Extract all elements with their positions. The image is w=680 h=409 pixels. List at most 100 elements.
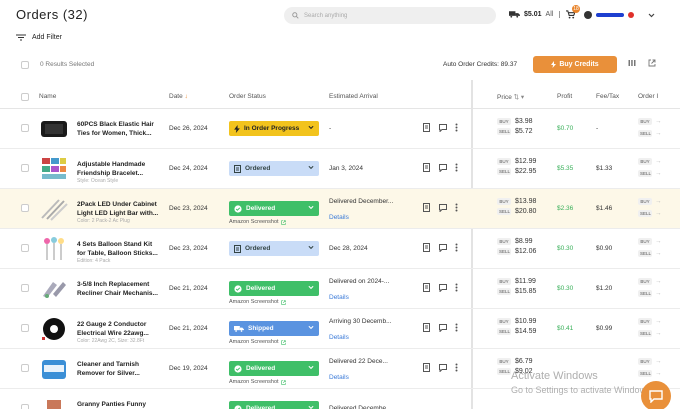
- edit-note-icon[interactable]: [423, 323, 431, 332]
- product-name[interactable]: Cleaner and Tarnish Remover for Silver...: [77, 360, 163, 378]
- table-row[interactable]: 2Pack LED Under Cabinet Light LED Light B…: [0, 189, 680, 229]
- product-name[interactable]: 60PCS Black Elastic Hair Ties for Women, …: [77, 120, 163, 138]
- product-thumbnail[interactable]: [39, 196, 69, 222]
- details-link[interactable]: Details: [329, 214, 349, 221]
- order-status-dropdown[interactable]: Delivered: [229, 361, 319, 376]
- sell-price: SELL $14.59: [497, 328, 536, 335]
- order-status-dropdown[interactable]: In Order Progress: [229, 121, 319, 136]
- product-name[interactable]: Granny Panties Funny: [77, 400, 163, 409]
- product-thumbnail[interactable]: [39, 156, 69, 182]
- col-name[interactable]: Name: [39, 93, 56, 100]
- order-status-dropdown[interactable]: Ordered: [229, 161, 319, 176]
- amazon-screenshot-link[interactable]: Amazon Screenshot: [229, 339, 286, 345]
- col-price[interactable]: Price ⇅ ▾: [497, 93, 524, 101]
- col-order-id[interactable]: Order I: [638, 93, 658, 100]
- edit-note-icon[interactable]: [423, 283, 431, 292]
- table-row[interactable]: 60PCS Black Elastic Hair Ties for Women, …: [0, 109, 680, 149]
- comment-icon[interactable]: [439, 163, 447, 172]
- amazon-screenshot-link[interactable]: Amazon Screenshot: [229, 219, 286, 225]
- edit-note-icon[interactable]: [423, 243, 431, 252]
- order-status-dropdown[interactable]: Delivered: [229, 201, 319, 216]
- table-row[interactable]: 4 Sets Balloon Stand Kit for Table, Ballo…: [0, 229, 680, 269]
- buy-tag: BUY: [497, 118, 511, 125]
- comment-icon[interactable]: [439, 203, 447, 212]
- product-name-line1: 22 Gauge 2 Conductor: [77, 321, 147, 328]
- col-estimated-arrival[interactable]: Estimated Arrival: [329, 93, 378, 100]
- table-row[interactable]: 22 Gauge 2 Conductor Electrical Wire 22aw…: [0, 309, 680, 349]
- more-options-icon[interactable]: [455, 123, 458, 132]
- product-name[interactable]: 4 Sets Balloon Stand Kit for Table, Ballo…: [77, 240, 163, 258]
- details-link[interactable]: Details: [329, 334, 349, 341]
- row-checkbox[interactable]: [21, 124, 29, 132]
- row-checkbox[interactable]: [21, 364, 29, 372]
- product-thumbnail[interactable]: [39, 356, 69, 382]
- buy-credits-button[interactable]: Buy Credits: [533, 56, 617, 73]
- col-order-status[interactable]: Order Status: [229, 93, 266, 100]
- comment-icon[interactable]: [439, 243, 447, 252]
- table-row[interactable]: Adjustable Handmade Friendship Bracelet..…: [0, 149, 680, 189]
- credits-display[interactable]: $5.01 All: [509, 10, 562, 18]
- product-name[interactable]: 22 Gauge 2 Conductor Electrical Wire 22aw…: [77, 320, 163, 338]
- row-checkbox[interactable]: [21, 324, 29, 332]
- row-checkbox[interactable]: [21, 164, 29, 172]
- chat-button[interactable]: [641, 381, 671, 409]
- amazon-screenshot-link[interactable]: Amazon Screenshot: [229, 299, 286, 305]
- add-filter-button[interactable]: Add Filter: [16, 34, 62, 41]
- col-fee-tax[interactable]: Fee/Tax: [596, 93, 619, 100]
- row-checkbox[interactable]: [21, 244, 29, 252]
- sell-tag: SELL: [497, 208, 511, 215]
- product-thumbnail[interactable]: [39, 316, 69, 342]
- col-profit[interactable]: Profit: [557, 93, 572, 100]
- more-options-icon[interactable]: [455, 283, 458, 292]
- order-status-dropdown[interactable]: Ordered: [229, 241, 319, 256]
- order-buy-tag: BUY: [638, 238, 652, 245]
- more-options-icon[interactable]: [455, 363, 458, 372]
- edit-note-icon[interactable]: [423, 363, 431, 372]
- edit-note-icon[interactable]: [423, 163, 431, 172]
- sell-tag: SELL: [497, 168, 511, 175]
- order-status-dropdown[interactable]: Shipped: [229, 321, 319, 336]
- arrow-icon: →: [655, 210, 662, 217]
- external-link-icon[interactable]: [648, 59, 656, 67]
- more-options-icon[interactable]: [455, 243, 458, 252]
- comment-icon[interactable]: [439, 123, 447, 132]
- order-id-cell: BUY → SELL →: [638, 318, 662, 337]
- product-name[interactable]: 3-5/8 Inch Replacement Recliner Chair Mec…: [77, 280, 163, 298]
- comment-icon[interactable]: [439, 283, 447, 292]
- row-checkbox[interactable]: [21, 404, 29, 409]
- order-status-dropdown[interactable]: Delivered: [229, 401, 319, 409]
- product-thumbnail[interactable]: [39, 276, 69, 302]
- amazon-screenshot-label: Amazon Screenshot: [229, 379, 279, 385]
- comment-icon[interactable]: [439, 363, 447, 372]
- comment-icon[interactable]: [439, 323, 447, 332]
- estimated-arrival: -: [329, 125, 332, 132]
- more-options-icon[interactable]: [455, 323, 458, 332]
- select-all-checkbox[interactable]: [21, 61, 29, 69]
- more-options-icon[interactable]: [455, 203, 458, 212]
- amazon-screenshot-link[interactable]: Amazon Screenshot: [229, 379, 286, 385]
- edit-note-icon[interactable]: [423, 203, 431, 212]
- table-row[interactable]: 3-5/8 Inch Replacement Recliner Chair Mec…: [0, 269, 680, 309]
- buy-price-value: $6.79: [515, 358, 533, 365]
- details-link[interactable]: Details: [329, 294, 349, 301]
- product-thumbnail[interactable]: [39, 236, 69, 262]
- product-variant: Color: 22Awg 2C, Size: 32.8Ft: [77, 338, 145, 344]
- order-status-dropdown[interactable]: Delivered: [229, 281, 319, 296]
- header-checkbox[interactable]: [21, 93, 29, 101]
- product-thumbnail[interactable]: [39, 396, 69, 409]
- product-name[interactable]: Adjustable Handmade Friendship Bracelet..…: [77, 160, 163, 178]
- arrow-icon: →: [655, 170, 662, 177]
- order-sell-tag: SELL: [638, 250, 652, 257]
- product-name[interactable]: 2Pack LED Under Cabinet Light LED Light B…: [77, 200, 163, 218]
- product-name-line1: Granny Panties Funny: [77, 401, 146, 408]
- search-input[interactable]: Search anything: [284, 7, 496, 24]
- columns-icon[interactable]: [628, 59, 636, 67]
- details-link[interactable]: Details: [329, 374, 349, 381]
- user-menu[interactable]: [584, 11, 655, 19]
- col-date[interactable]: Date ↓: [169, 93, 188, 100]
- more-options-icon[interactable]: [455, 163, 458, 172]
- edit-note-icon[interactable]: [423, 123, 431, 132]
- product-thumbnail[interactable]: [39, 116, 69, 142]
- row-checkbox[interactable]: [21, 284, 29, 292]
- row-checkbox[interactable]: [21, 204, 29, 212]
